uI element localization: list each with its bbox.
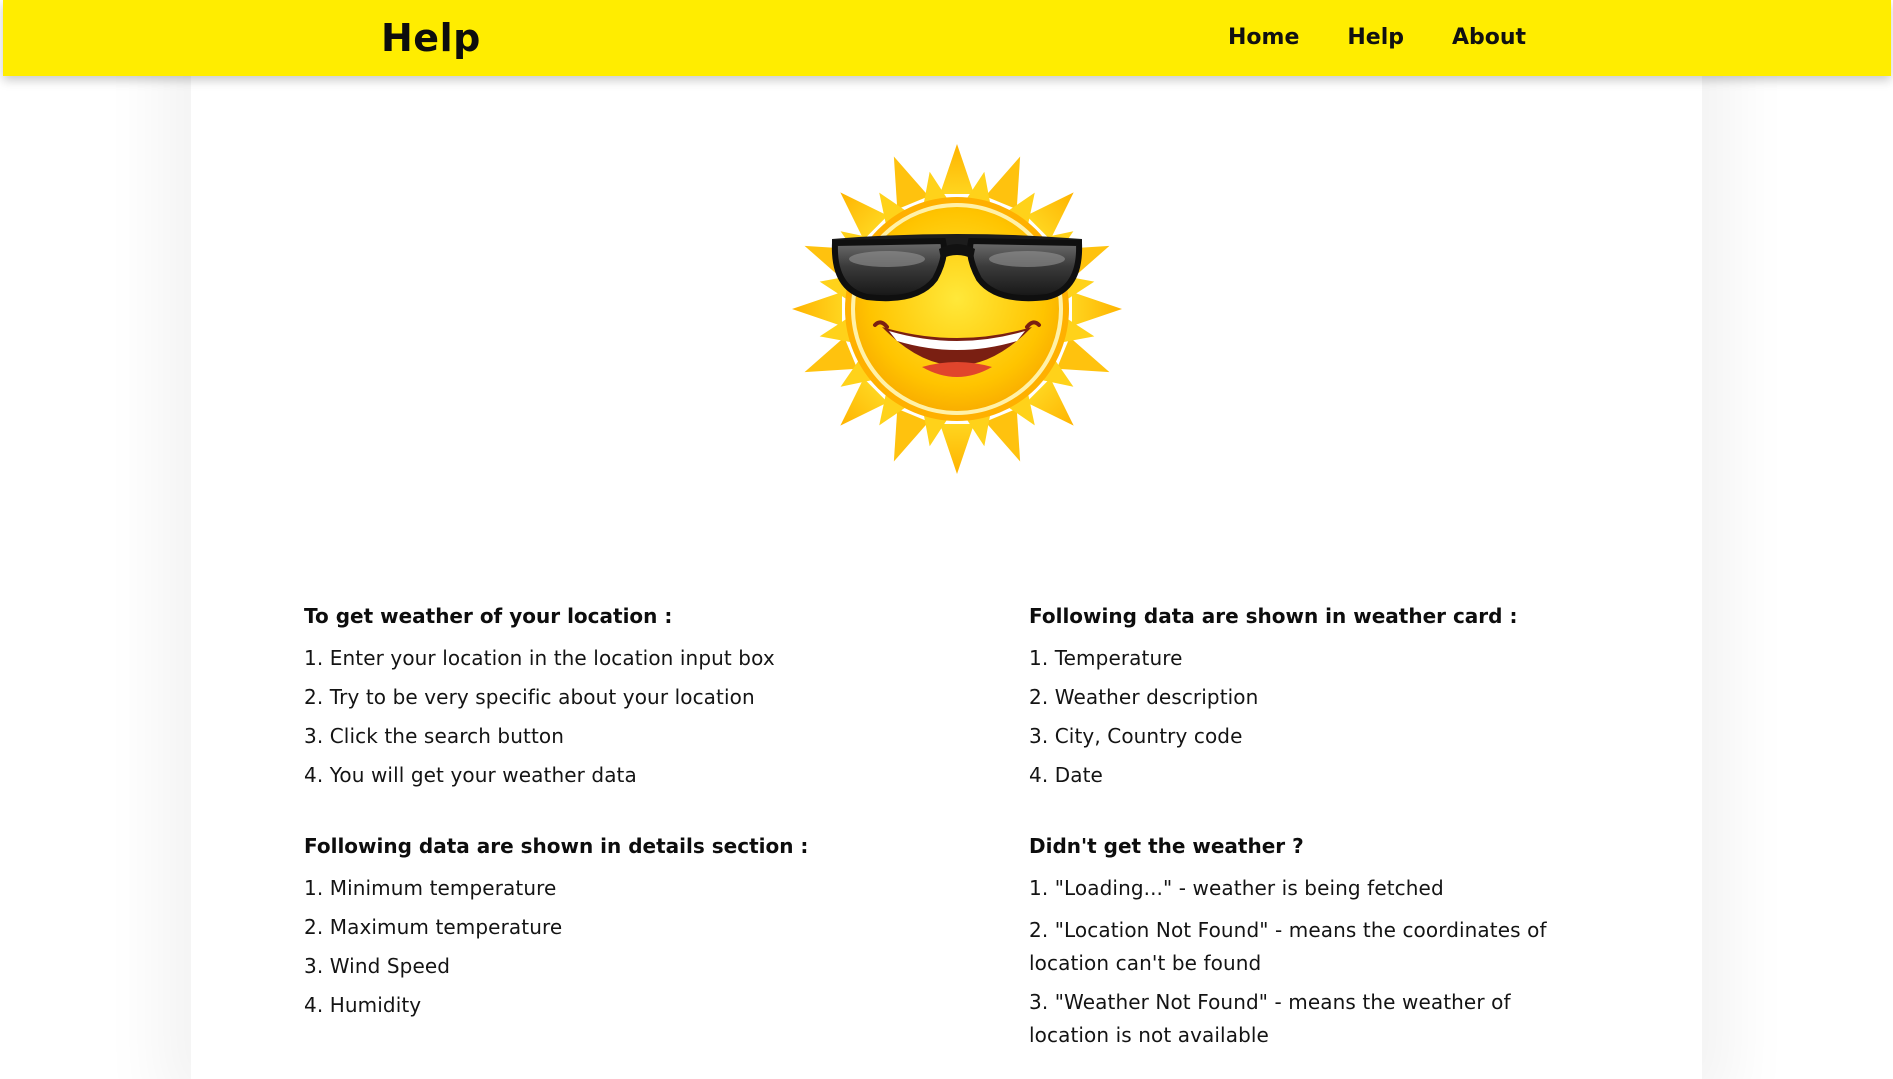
list-item: 3. Click the search button [304,724,564,748]
list-item: 2. Weather description [1029,685,1259,709]
nav-help-link[interactable]: Help [1347,22,1404,54]
nav-home-link[interactable]: Home [1228,22,1299,54]
list-item: 3. Wind Speed [304,954,451,978]
main-nav: Home Help About [1228,22,1526,54]
list-item: 4. Date [1029,763,1103,787]
nav-about-link[interactable]: About [1452,22,1526,54]
list-item: 2. Try to be very specific about your lo… [304,685,755,709]
top-navbar: Help Home Help About [3,0,1891,76]
section-title: To get weather of your location : [304,604,673,628]
get-weather-section: To get weather of your location : 1. Ent… [304,602,924,801]
page-title: Help [381,16,481,60]
list-item: 3. "Weather Not Found" - means the weath… [1029,990,1511,1047]
section-title: Following data are shown in weather card… [1029,604,1518,628]
list-item: 1. "Loading..." - weather is being fetch… [1029,876,1444,900]
sun-illustration [792,144,1122,474]
section-title: Following data are shown in details sect… [304,834,809,858]
help-content: To get weather of your location : 1. Ent… [191,76,1702,1079]
list-item: 3. City, Country code [1029,724,1243,748]
list-item: 1. Temperature [1029,646,1183,670]
list-item: 2. Maximum temperature [304,915,563,939]
list-item: 2. "Location Not Found" - means the coor… [1029,918,1547,975]
list-item: 1. Enter your location in the location i… [304,646,775,670]
list-item: 1. Minimum temperature [304,876,557,900]
list-item: 4. Humidity [304,993,422,1017]
weather-card-section: Following data are shown in weather card… [1029,602,1649,801]
details-section: Following data are shown in details sect… [304,832,924,1031]
sun-with-sunglasses-icon [792,144,1122,474]
troubleshoot-section: Didn't get the weather ? 1. "Loading..."… [1029,832,1589,1058]
list-item: 4. You will get your weather data [304,763,637,787]
section-title: Didn't get the weather ? [1029,834,1304,858]
